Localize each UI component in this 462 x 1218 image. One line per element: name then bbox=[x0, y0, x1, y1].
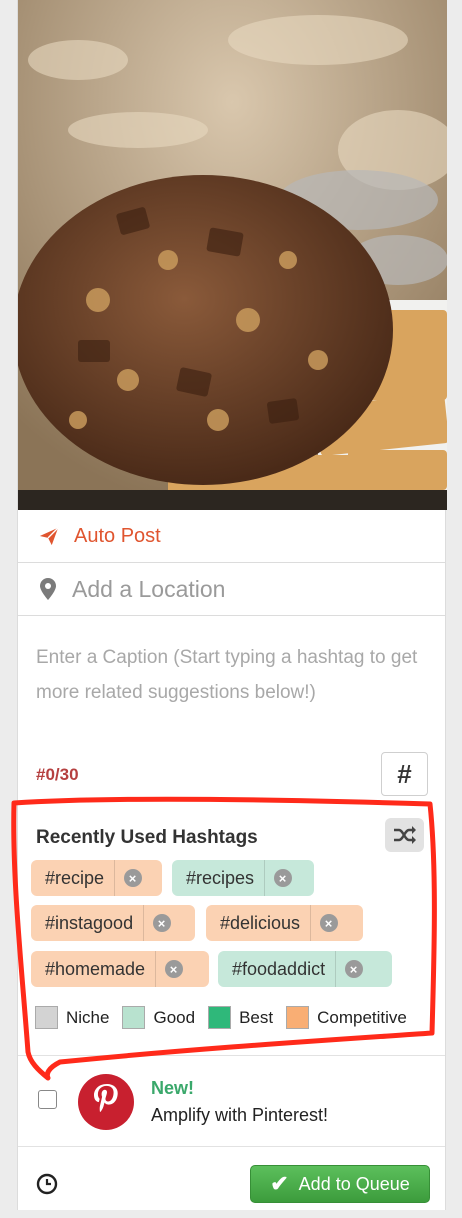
hashtag-legend: Niche Good Best Competitive bbox=[35, 1006, 407, 1029]
close-icon: × bbox=[123, 869, 142, 887]
remove-hashtag-button[interactable]: × bbox=[143, 905, 179, 941]
pinterest-description: Amplify with Pinterest! bbox=[151, 1105, 329, 1125]
pinterest-checkbox[interactable] bbox=[38, 1090, 57, 1109]
remove-hashtag-button[interactable]: × bbox=[114, 860, 150, 896]
hashtag-chip-delicious[interactable]: #delicious × bbox=[206, 905, 363, 941]
paper-plane-icon bbox=[39, 527, 59, 546]
hashtag-chip-recipes[interactable]: #recipes × bbox=[172, 860, 314, 896]
close-icon: × bbox=[152, 914, 171, 932]
legend-swatch bbox=[122, 1006, 146, 1029]
checkmark-icon: ✔ bbox=[270, 1171, 289, 1196]
legend-label: Niche bbox=[66, 1007, 110, 1027]
hashtag-chip-foodaddict[interactable]: #foodaddict × bbox=[218, 951, 392, 987]
pinterest-section: New! Amplify with Pinterest! bbox=[18, 1055, 445, 1147]
remove-hashtag-button[interactable]: × bbox=[335, 951, 371, 987]
close-icon: × bbox=[319, 914, 338, 932]
caption-input[interactable]: Enter a Caption (Start typing a hashtag … bbox=[36, 640, 436, 710]
hashtag-chip-instagood[interactable]: #instagood × bbox=[31, 905, 195, 941]
hashtag-label: #recipes bbox=[186, 867, 255, 888]
map-pin-icon bbox=[40, 578, 56, 600]
auto-post-toggle[interactable]: Auto Post bbox=[18, 510, 445, 563]
hashtag-label: #instagood bbox=[45, 912, 134, 933]
legend-item-competitive: Competitive bbox=[286, 1006, 407, 1029]
legend-label: Competitive bbox=[317, 1007, 407, 1027]
hashtag-label: #recipe bbox=[45, 867, 105, 888]
hashtag-counter: #0/30 bbox=[36, 765, 79, 784]
legend-item-good: Good bbox=[122, 1006, 195, 1029]
hashtag-label: #homemade bbox=[45, 958, 146, 979]
auto-post-label: Auto Post bbox=[74, 524, 161, 547]
close-icon: × bbox=[164, 960, 183, 978]
legend-swatch bbox=[286, 1006, 310, 1029]
post-card: Auto Post Add a Location Enter a Caption… bbox=[17, 0, 447, 1210]
hashtag-label: #foodaddict bbox=[232, 958, 326, 979]
location-placeholder: Add a Location bbox=[72, 575, 226, 602]
legend-swatch bbox=[35, 1006, 58, 1029]
close-icon: × bbox=[344, 960, 363, 978]
hashtag-label: #delicious bbox=[220, 912, 301, 933]
remove-hashtag-button[interactable]: × bbox=[264, 860, 300, 896]
clock-icon[interactable] bbox=[36, 1173, 58, 1195]
remove-hashtag-button[interactable]: × bbox=[310, 905, 346, 941]
legend-swatch bbox=[208, 1006, 232, 1029]
recent-hashtags-title: Recently Used Hashtags bbox=[36, 827, 258, 848]
hashtag-chip-homemade[interactable]: #homemade × bbox=[31, 951, 209, 987]
add-to-queue-label: Add to Queue bbox=[298, 1173, 410, 1194]
legend-label: Good bbox=[153, 1007, 196, 1027]
shuffle-icon bbox=[393, 826, 416, 844]
pinterest-logo-icon bbox=[78, 1074, 134, 1130]
legend-item-niche: Niche bbox=[35, 1006, 109, 1029]
hashtag-button[interactable]: # bbox=[381, 752, 428, 796]
location-field[interactable]: Add a Location bbox=[18, 563, 445, 616]
legend-label: Best bbox=[239, 1007, 274, 1027]
close-icon: × bbox=[273, 869, 292, 887]
shuffle-button[interactable] bbox=[385, 818, 424, 852]
hashtag-chip-recipe[interactable]: #recipe × bbox=[31, 860, 162, 896]
post-photo[interactable] bbox=[18, 0, 447, 510]
legend-item-best: Best bbox=[208, 1006, 273, 1029]
new-badge: New! bbox=[151, 1078, 195, 1098]
remove-hashtag-button[interactable]: × bbox=[155, 951, 191, 987]
add-to-queue-button[interactable]: ✔ Add to Queue bbox=[250, 1165, 430, 1203]
